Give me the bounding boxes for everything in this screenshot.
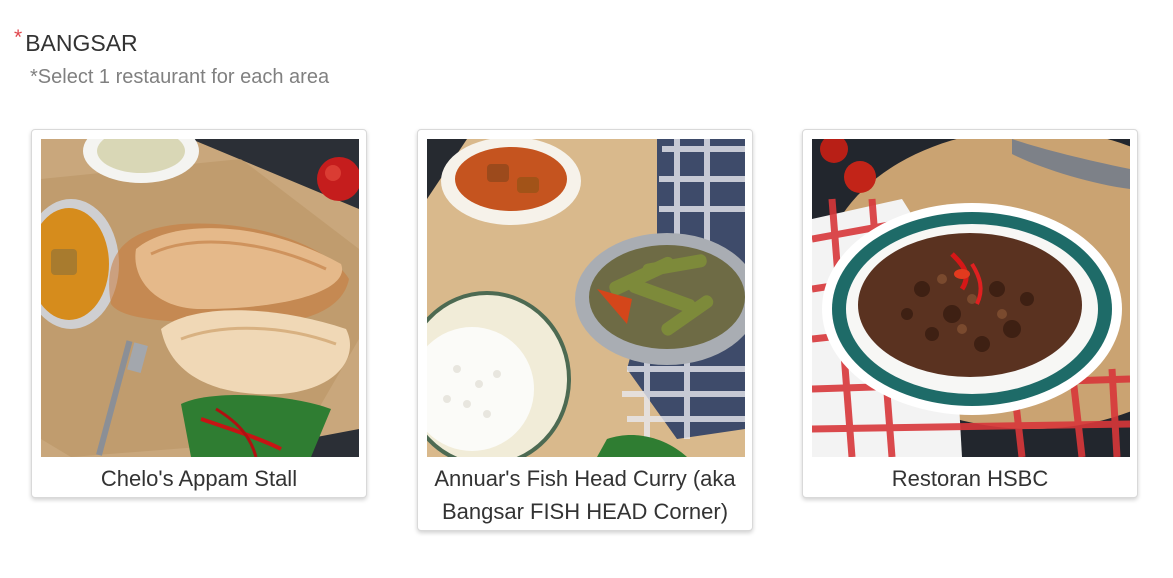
restaurant-option-annuars-fish-head-curry[interactable]: Annuar's Fish Head Curry (aka Bangsar FI… [417,129,753,531]
restaurant-name[interactable]: Restoran HSBC [812,457,1128,497]
restaurant-name[interactable]: Chelo's Appam Stall [41,457,357,497]
restaurant-option-chelos-appam-stall[interactable]: Chelo's Appam Stall [31,129,367,498]
required-asterisk: * [14,26,23,49]
question-block: * BANGSAR *Select 1 restaurant for each … [14,26,1154,89]
appam-dosa-photo [41,139,359,457]
question-hint: *Select 1 restaurant for each area [30,66,330,88]
question-title-row: * BANGSAR [14,26,1154,58]
fish-head-curry-photo [427,139,745,457]
fried-rice-photo [812,139,1130,457]
restaurant-photo-fried-rice[interactable] [812,139,1130,457]
restaurant-option-restoran-hsbc[interactable]: Restoran HSBC [802,129,1138,498]
restaurant-photo-appam[interactable] [41,139,359,457]
restaurant-name[interactable]: Annuar's Fish Head Curry (aka Bangsar FI… [427,457,743,530]
question-title: BANGSAR [25,30,138,56]
restaurant-photo-fish-head-curry[interactable] [427,139,745,457]
